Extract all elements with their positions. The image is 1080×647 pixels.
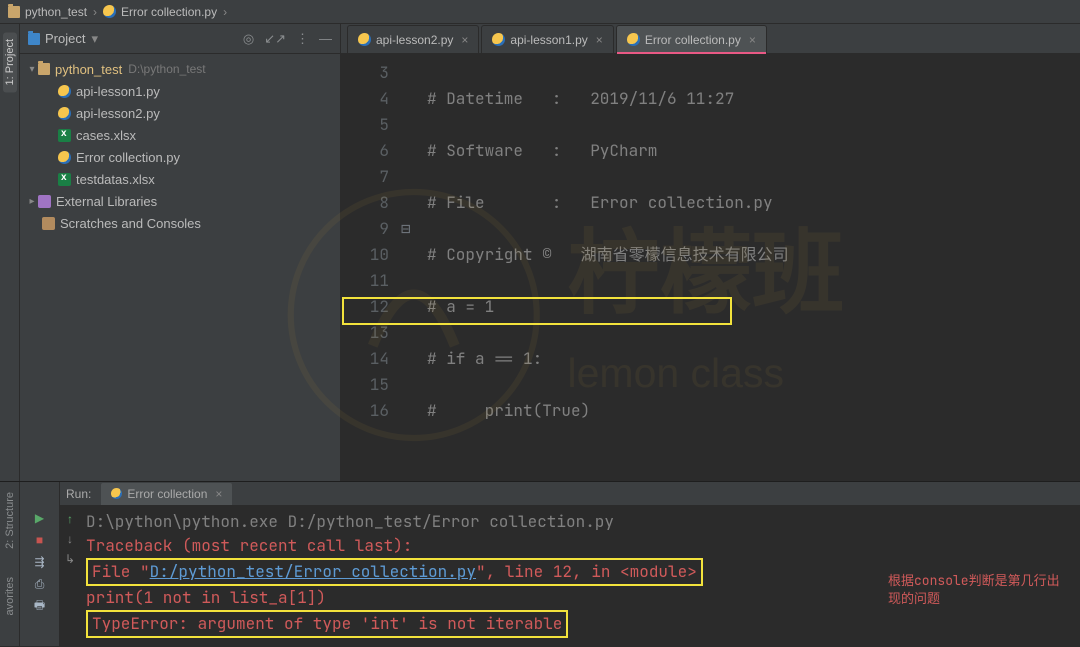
- project-header: Project ▾ ◎ ↙↗ ⋮ —: [20, 24, 340, 54]
- chevron-right-icon: ›: [223, 5, 227, 19]
- tab-file[interactable]: api-lesson2.py ×: [347, 25, 479, 53]
- run-panel: 2: Structure avorites ▶ ■ ⇶ ⎙ 🖶 Run: Err…: [0, 481, 1080, 646]
- collapse-icon[interactable]: ↙↗: [264, 31, 286, 47]
- print-icon[interactable]: 🖶: [32, 598, 48, 614]
- code-editor[interactable]: 34 56 78 910 1112 1314 1516 ⊟ # Datetime…: [341, 54, 1080, 481]
- tree-file[interactable]: api-lesson1.py: [20, 80, 340, 102]
- tree-file[interactable]: testdatas.xlsx: [20, 168, 340, 190]
- stop-icon[interactable]: ■: [32, 532, 48, 548]
- tree-file[interactable]: cases.xlsx: [20, 124, 340, 146]
- tab-file[interactable]: api-lesson1.py ×: [481, 25, 613, 53]
- console-col: ↑ ↓ ↳: [60, 506, 80, 646]
- chevron-right-icon: ›: [93, 5, 97, 19]
- project-panel: Project ▾ ◎ ↙↗ ⋮ — ▾ python_test D:\pyth…: [20, 24, 341, 481]
- project-title[interactable]: Project: [45, 31, 85, 46]
- wrap-icon[interactable]: ↳: [65, 552, 75, 566]
- close-icon[interactable]: ×: [215, 487, 222, 501]
- annotation: 根据console判断是第几行出现的问题: [888, 572, 1068, 608]
- close-icon[interactable]: ×: [749, 33, 756, 47]
- sidebar-tab-structure[interactable]: 2: Structure: [4, 488, 16, 553]
- editor-tabs: api-lesson2.py × api-lesson1.py × Error …: [341, 24, 1080, 54]
- sidebar-tab-favorites[interactable]: avorites: [4, 573, 16, 620]
- file-link[interactable]: D:/python_test/Error collection.py: [150, 561, 476, 582]
- locate-icon[interactable]: ◎: [243, 31, 254, 47]
- tree-file[interactable]: api-lesson2.py: [20, 102, 340, 124]
- down-icon[interactable]: ↓: [67, 532, 73, 546]
- project-icon: [28, 33, 40, 45]
- layout-icon[interactable]: ⇶: [32, 554, 48, 570]
- hide-icon[interactable]: —: [319, 31, 332, 47]
- gutter: 34 56 78 910 1112 1314 1516: [341, 54, 401, 481]
- python-icon: [103, 5, 116, 18]
- console-output[interactable]: D:\python\python.exe D:/python_test/Erro…: [80, 506, 1080, 646]
- run-gutter: ▶ ■ ⇶ ⎙ 🖶: [20, 482, 60, 646]
- folder-icon: [8, 6, 20, 18]
- tree-scratches[interactable]: Scratches and Consoles: [20, 212, 340, 234]
- soft-wrap-icon[interactable]: ⎙: [32, 576, 48, 592]
- tab-file-active[interactable]: Error collection.py ×: [616, 25, 767, 53]
- tree-libs[interactable]: ▸ External Libraries: [20, 190, 340, 212]
- up-icon[interactable]: ↑: [67, 512, 73, 526]
- tree-file[interactable]: Error collection.py: [20, 146, 340, 168]
- crumb-file[interactable]: Error collection.py: [121, 5, 217, 19]
- run-label: Run:: [66, 487, 91, 501]
- side-tab-strip: 1: Project: [0, 24, 20, 481]
- breadcrumb: python_test › Error collection.py ›: [0, 0, 1080, 24]
- close-icon[interactable]: ×: [461, 33, 468, 47]
- editor-area: api-lesson2.py × api-lesson1.py × Error …: [341, 24, 1080, 481]
- fold-column: ⊟: [401, 54, 419, 481]
- rerun-icon[interactable]: ▶: [32, 510, 48, 526]
- sidebar-tab-project[interactable]: 1: Project: [3, 32, 17, 92]
- tree-root[interactable]: ▾ python_test D:\python_test: [20, 58, 340, 80]
- more-icon[interactable]: ⋮: [296, 31, 309, 47]
- close-icon[interactable]: ×: [596, 33, 603, 47]
- project-tree: ▾ python_test D:\python_test api-lesson1…: [20, 54, 340, 238]
- folder-icon: [38, 63, 50, 75]
- run-tab[interactable]: Error collection ×: [101, 483, 232, 505]
- crumb-root[interactable]: python_test: [25, 5, 87, 19]
